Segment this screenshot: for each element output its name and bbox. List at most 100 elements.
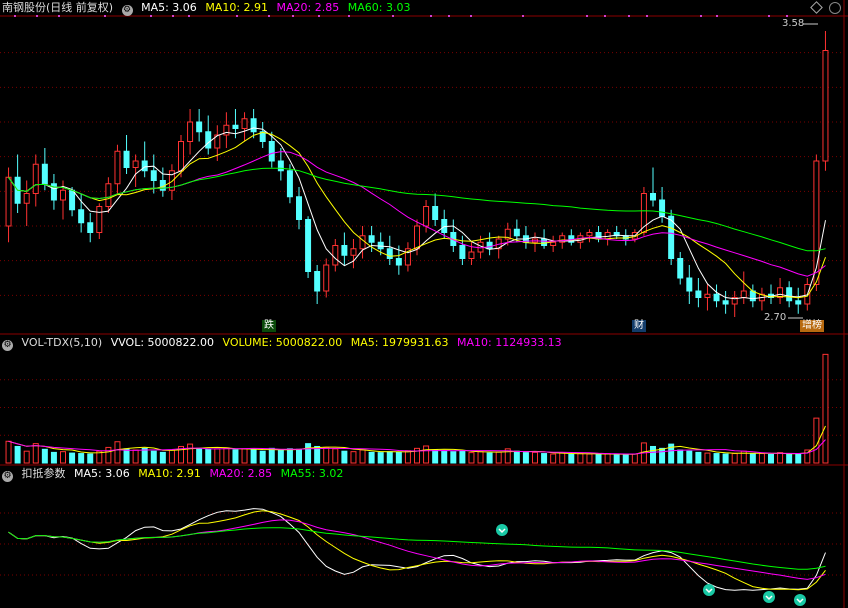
gear-icon[interactable]: [829, 2, 841, 14]
candle-body: [196, 121, 203, 133]
vol-title: VOL-TDX(5,10): [21, 336, 103, 349]
event-tag-3[interactable]: 增榜: [800, 320, 824, 332]
stock-title: 南钢股份(日线 前复权): [2, 1, 114, 14]
volume-bar: [559, 452, 566, 464]
volume-bar: [650, 445, 656, 464]
candle-body: [250, 118, 257, 133]
candle-body: [359, 235, 366, 250]
candle-body: [550, 241, 557, 246]
volume-bar: [150, 450, 157, 464]
candle-body: [395, 258, 402, 266]
volume-bar: [132, 449, 139, 464]
volume-bar: [568, 453, 575, 464]
price-panel: [5, 15, 829, 319]
candle-body: [32, 163, 39, 194]
ind-ma10-readout: MA10: 2.91: [138, 467, 201, 480]
volume-bar: [187, 443, 194, 464]
gear-icon[interactable]: ⚙: [121, 5, 133, 16]
candle-body: [268, 141, 275, 162]
indicator-panel: [8, 508, 826, 606]
volume-bar: [395, 451, 402, 464]
candle-body: [332, 245, 339, 266]
ma5-line: [8, 127, 826, 300]
signal-circle: [703, 584, 715, 596]
volume-bar: [214, 448, 221, 464]
gear-icon[interactable]: ⚙: [2, 340, 13, 351]
candle-body: [686, 277, 693, 292]
event-dot: [786, 15, 788, 17]
volume-bar: [822, 353, 829, 464]
event-dot: [470, 15, 472, 17]
volume-panel: [5, 353, 829, 464]
event-dot: [36, 15, 38, 17]
candle-body: [150, 170, 157, 181]
kline-chart: [0, 0, 848, 608]
event-dot: [430, 15, 432, 17]
ma10-line: [8, 131, 826, 299]
candle-body: [341, 245, 348, 256]
candle-body: [586, 232, 593, 237]
event-dot: [522, 15, 524, 17]
price-panel-header: 南钢股份(日线 前复权) ⚙ MA5: 3.06 MA10: 2.91 MA20…: [2, 1, 415, 16]
volume-bar: [622, 453, 629, 464]
event-dot: [58, 15, 60, 17]
volume-bar: [613, 454, 620, 464]
ma10-readout: MA10: 2.91: [205, 1, 269, 14]
event-dot: [292, 15, 294, 17]
volume-bar: [486, 452, 493, 464]
volume-bar: [541, 453, 548, 464]
volume-bar: [159, 451, 166, 464]
ind-ma55-readout: MA55: 3.02: [280, 467, 344, 480]
high-price-label: 3.58: [782, 18, 805, 29]
candle-body: [513, 228, 520, 237]
volume-bar: [713, 453, 720, 464]
event-dot: [236, 15, 238, 17]
indicator-title: 扣抵参数: [21, 467, 66, 480]
volume-bar: [577, 453, 584, 464]
candle-body: [296, 196, 302, 220]
volume-bar: [731, 453, 738, 464]
candle-body: [5, 176, 12, 227]
volume-bar: [386, 451, 393, 464]
event-tag-1[interactable]: 跌: [262, 320, 276, 332]
candle-body: [704, 293, 711, 298]
event-dot: [628, 15, 630, 17]
candle-body: [286, 170, 293, 198]
candle-body: [23, 193, 30, 204]
event-dot: [188, 15, 190, 17]
event-dot: [348, 15, 350, 17]
volume-bar: [595, 453, 602, 464]
volume-bar: [677, 449, 684, 464]
volume-bar: [704, 452, 711, 464]
volume-bar: [777, 452, 784, 464]
volume-bar: [795, 453, 802, 464]
volume-bar: [432, 449, 439, 464]
volume-bar: [323, 446, 330, 464]
volume-bar: [41, 448, 48, 464]
volume-bar: [277, 449, 284, 464]
candle-body: [314, 271, 321, 292]
event-dot: [150, 15, 152, 17]
candle-body: [650, 193, 656, 201]
candle-body: [795, 300, 802, 305]
candle-body: [205, 131, 212, 149]
candle-body: [677, 258, 684, 279]
candle-body: [722, 300, 729, 305]
volume-bar: [268, 447, 275, 464]
candle-body: [713, 293, 720, 302]
volume-bar: [441, 450, 448, 464]
event-tag-2[interactable]: 财: [632, 320, 646, 332]
chevron-down-circle-icon: [794, 594, 806, 606]
gear-icon[interactable]: ⚙: [2, 471, 13, 482]
vol-ma5-readout: MA5: 1979931.63: [350, 336, 449, 349]
candle-body: [822, 50, 829, 162]
candle-body: [241, 118, 248, 129]
volume-bar: [404, 450, 411, 464]
volume-bar: [368, 451, 375, 464]
volume-bar: [459, 450, 466, 464]
candle-body: [277, 160, 284, 172]
volume-bar: [695, 451, 702, 464]
event-dot: [392, 15, 394, 17]
volume-bar: [241, 448, 248, 464]
ind-ma5-line: [8, 508, 826, 591]
